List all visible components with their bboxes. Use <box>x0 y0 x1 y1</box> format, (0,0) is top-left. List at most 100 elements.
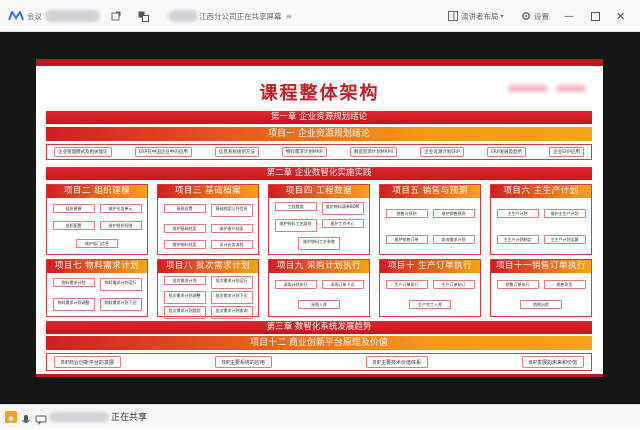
project-box: 项目七 物料需求计划 物料需求计划 物料需求计划运行 物料需求计划调整 物料需求计划下达 <box>46 259 148 317</box>
project-box: 项目十 生产订单执行 生产订单执行 生产订单制订 生产完工入库 <box>379 259 481 317</box>
maximize-button[interactable] <box>590 0 601 32</box>
topic-chip: 采购计划执行 <box>274 280 317 290</box>
topic-pill: 企业资源计划ERP <box>420 147 464 157</box>
topic-chip: 维护主生产计划 <box>543 208 586 218</box>
topic-chip: 维护物料档案 <box>163 239 206 249</box>
gear-icon <box>520 11 531 22</box>
topic-chip: 销售与预测 <box>385 208 428 218</box>
project-title: 项目八 批次需求计划 <box>158 260 258 273</box>
topic-chip: 维护物料工艺路线 <box>274 219 317 233</box>
topic-pill: 物料需求计划MRP <box>281 147 327 157</box>
topic-chip: 基础设置 <box>163 203 206 213</box>
microphone-icon <box>22 415 30 423</box>
app-logo <box>8 0 24 32</box>
topic-pill: BIP主要技术价值体系 <box>366 356 428 368</box>
project-title: 项目九 采购计划执行 <box>269 260 369 273</box>
speech-bubble-button[interactable] <box>35 411 47 425</box>
topic-chip: 主生产计划运算 <box>543 234 586 244</box>
topic-chip: 维护基础档案 <box>163 223 206 233</box>
project-topics: 基础设置 基础档案公共信息 维护基础档案 维护客户档案 维护物料档案 设计业务流程 <box>158 198 258 254</box>
topic-chip: 销售发货 <box>543 280 586 290</box>
chevron-down-icon: ▾ <box>500 12 504 20</box>
topic-chip: 基础档案公共信息 <box>210 203 253 217</box>
project-topics: 物料需求计划 物料需求计划运行 物料需求计划调整 物料需求计划下达 <box>47 273 147 316</box>
project-box: 项目四 工程数据 工程数据 维护物料清单BOM 维护物料工艺路线 维护工作中心 维护物料工… <box>268 184 370 255</box>
topic-pill: ERP在中国企业中的应用 <box>134 147 192 157</box>
topic-chip: 维护部门信息 <box>76 238 118 248</box>
project-title: 项目四 工程数据 <box>269 185 369 198</box>
topic-pill: 制造资源计划MRPII <box>349 147 398 157</box>
slide-top-band <box>36 59 603 66</box>
shared-slide: ▨▨▨ ▨▨▨ 课程整体架构 第一章 企业资源规划绪论 项目一 企业资源规划绪论… <box>36 59 603 377</box>
project-title: 项目十 生产订单执行 <box>380 260 480 273</box>
project-topics: 销售订单执行 销售发货 销售出库 <box>491 273 591 316</box>
topic-chip: 主生产计划制定 <box>496 234 539 244</box>
topic-chip: 组织建模 <box>52 204 95 214</box>
topic-chip: 物料需求计划运行 <box>99 278 142 292</box>
topic-chip: 维护组织权限 <box>99 221 142 231</box>
project-topics: 组织建模 维护业务单元 组织配置 维护组织权限维护部门信息 <box>47 198 147 254</box>
settings-button[interactable]: 设置 <box>520 0 549 32</box>
microphone-button[interactable] <box>20 411 32 423</box>
project-topics: 生产订单执行 生产订单制订 生产完工入库 <box>380 273 480 316</box>
project-title: 项目三 基础档案 <box>158 185 258 198</box>
app-logo-icon <box>8 11 24 21</box>
presenter-layout-button[interactable]: 演讲者布局 ▾ <box>447 0 504 32</box>
topic-chip: 采购入库 <box>298 299 340 309</box>
project-title: 项目二 组织建模 <box>47 185 147 198</box>
meeting-bottom-bar: 正在共享 <box>0 404 640 428</box>
blurred-logo <box>556 85 586 92</box>
topic-chip: 销售出库 <box>520 299 562 309</box>
topic-pill: BIP发展的未来和价值 <box>522 356 584 368</box>
topic-chip: 维护工作中心 <box>321 219 364 229</box>
topic-chip: 批次需求计划调整 <box>163 291 206 304</box>
topic-pill: 企业管理模式及相关理论 <box>54 147 112 157</box>
blurred-meeting-id <box>45 10 100 22</box>
blurred-logo <box>508 85 548 92</box>
chat-icon <box>35 415 47 425</box>
topic-chip: 维护销售订单 <box>385 234 428 244</box>
project-topics: 批次需求计划 批次需求计划运行 批次需求计划调整 批次需求计划下达 批次需求计划跟踪 批次… <box>158 273 258 319</box>
project-title: 项目十一销售订单执行 <box>491 260 591 273</box>
topic-chip: 查询需求计划 <box>432 234 475 244</box>
translate-button[interactable] <box>138 0 149 32</box>
topic-pill: ERP发展及趋势 <box>486 147 527 157</box>
project-box: 项目八 批次需求计划 批次需求计划 批次需求计划运行 批次需求计划调整 批次需求计划下达… <box>157 259 259 319</box>
topic-chip: 生产完工入库 <box>409 299 451 309</box>
close-button[interactable]: ✕ <box>616 0 625 32</box>
project-title: 项目七 物料需求计划 <box>47 260 147 273</box>
project-12-bar: 项目十二 商业创新平台原理及价值 <box>46 336 592 350</box>
topic-chip: 批次需求计划运行 <box>210 276 253 289</box>
topic-chip: 批次需求计划查询 <box>210 306 253 319</box>
topic-chip: 组织配置 <box>52 221 95 231</box>
topic-pill: BIP主要系统的应用 <box>215 356 272 368</box>
topic-pill: 企业ERP应用 <box>549 147 584 157</box>
topic-chip: 维护客户档案 <box>210 223 253 233</box>
topic-chip: 工程数据 <box>274 202 317 212</box>
project-topics: 主生产计划 维护主生产计划 主生产计划制定 主生产计划运算 <box>491 198 591 254</box>
project-box: 项目六 主生产计划 主生产计划 维护主生产计划 主生产计划制定 主生产计划运算 <box>490 184 592 255</box>
topic-chip: 采购订单下达 <box>321 280 364 290</box>
meeting-top-bar: 会议 江西分公司正在共享屏幕 ≡ 演讲者布局 ▾ 设置 — ✕ <box>0 0 640 32</box>
topic-chip: 维护物料清单BOM <box>321 202 364 216</box>
popout-button[interactable] <box>110 0 121 32</box>
minimize-button[interactable]: — <box>564 0 574 32</box>
chapter-2-bar: 第二章 企业数智化实施实践 <box>46 167 592 180</box>
project-box: 项目五 销售与预测 销售与预测 维护销售预测 维护销售订单 查询需求计划 <box>379 184 481 255</box>
topic-pill: 信息系统规划方法 <box>214 147 259 157</box>
topic-chip: 维护业务单元 <box>99 204 142 214</box>
project-title: 项目五 销售与预测 <box>380 185 480 198</box>
project-box: 项目九 采购计划执行采购计划执行 采购订单下达采购入库 <box>268 259 370 317</box>
minimize-icon: — <box>564 10 574 22</box>
project-box: 项目十一销售订单执行 销售订单执行 销售发货 销售出库 <box>490 259 592 317</box>
popout-icon <box>110 11 121 22</box>
topic-chip: 物料需求计划 <box>52 278 95 288</box>
blurred-presenter-name <box>168 10 198 22</box>
chapter-1-bar: 第一章 企业资源规划绪论 <box>46 111 592 124</box>
project-12-topics: BIP商业创新平台的发展 BIP主要系统的应用 BIP主要技术价值体系 BIP发展的未… <box>46 353 592 371</box>
slide-bottom-band <box>36 374 603 377</box>
project-topics: 采购计划执行 采购订单下达采购入库 <box>269 273 369 316</box>
share-title: 江西分公司正在共享屏幕 ≡ <box>199 11 293 21</box>
project-box: 项目三 基础档案 基础设置 基础档案公共信息 维护基础档案 维护客户档案 维护物料档案 设计… <box>157 184 259 255</box>
topic-chip: 设计业务流程 <box>210 239 253 249</box>
